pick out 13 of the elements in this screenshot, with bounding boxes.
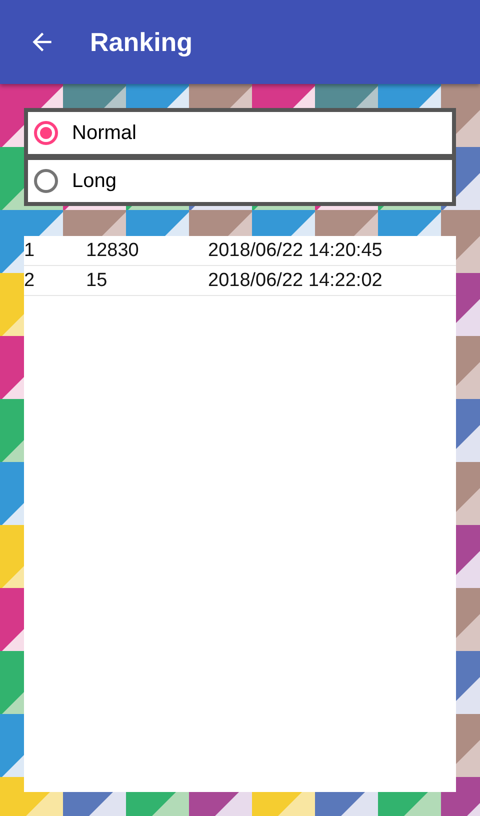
option-label: Long	[72, 170, 116, 192]
radio-button[interactable]	[34, 169, 58, 193]
score-cell-text: 15	[86, 270, 108, 292]
radio-button[interactable]	[34, 121, 58, 145]
option-label: Normal	[72, 122, 136, 144]
radio-option[interactable]: Long	[28, 160, 452, 202]
date-cell: 2018/06/22 14:20:45	[208, 240, 382, 262]
rank-cell-text: 2	[24, 270, 36, 292]
radio-option[interactable]: Normal	[28, 112, 452, 154]
score-cell-text: 12830	[86, 240, 140, 262]
screen-title: Ranking	[90, 26, 193, 58]
rank-cell-text: 1	[24, 240, 36, 262]
date-cell: 2018/06/22 14:22:02	[208, 270, 382, 292]
